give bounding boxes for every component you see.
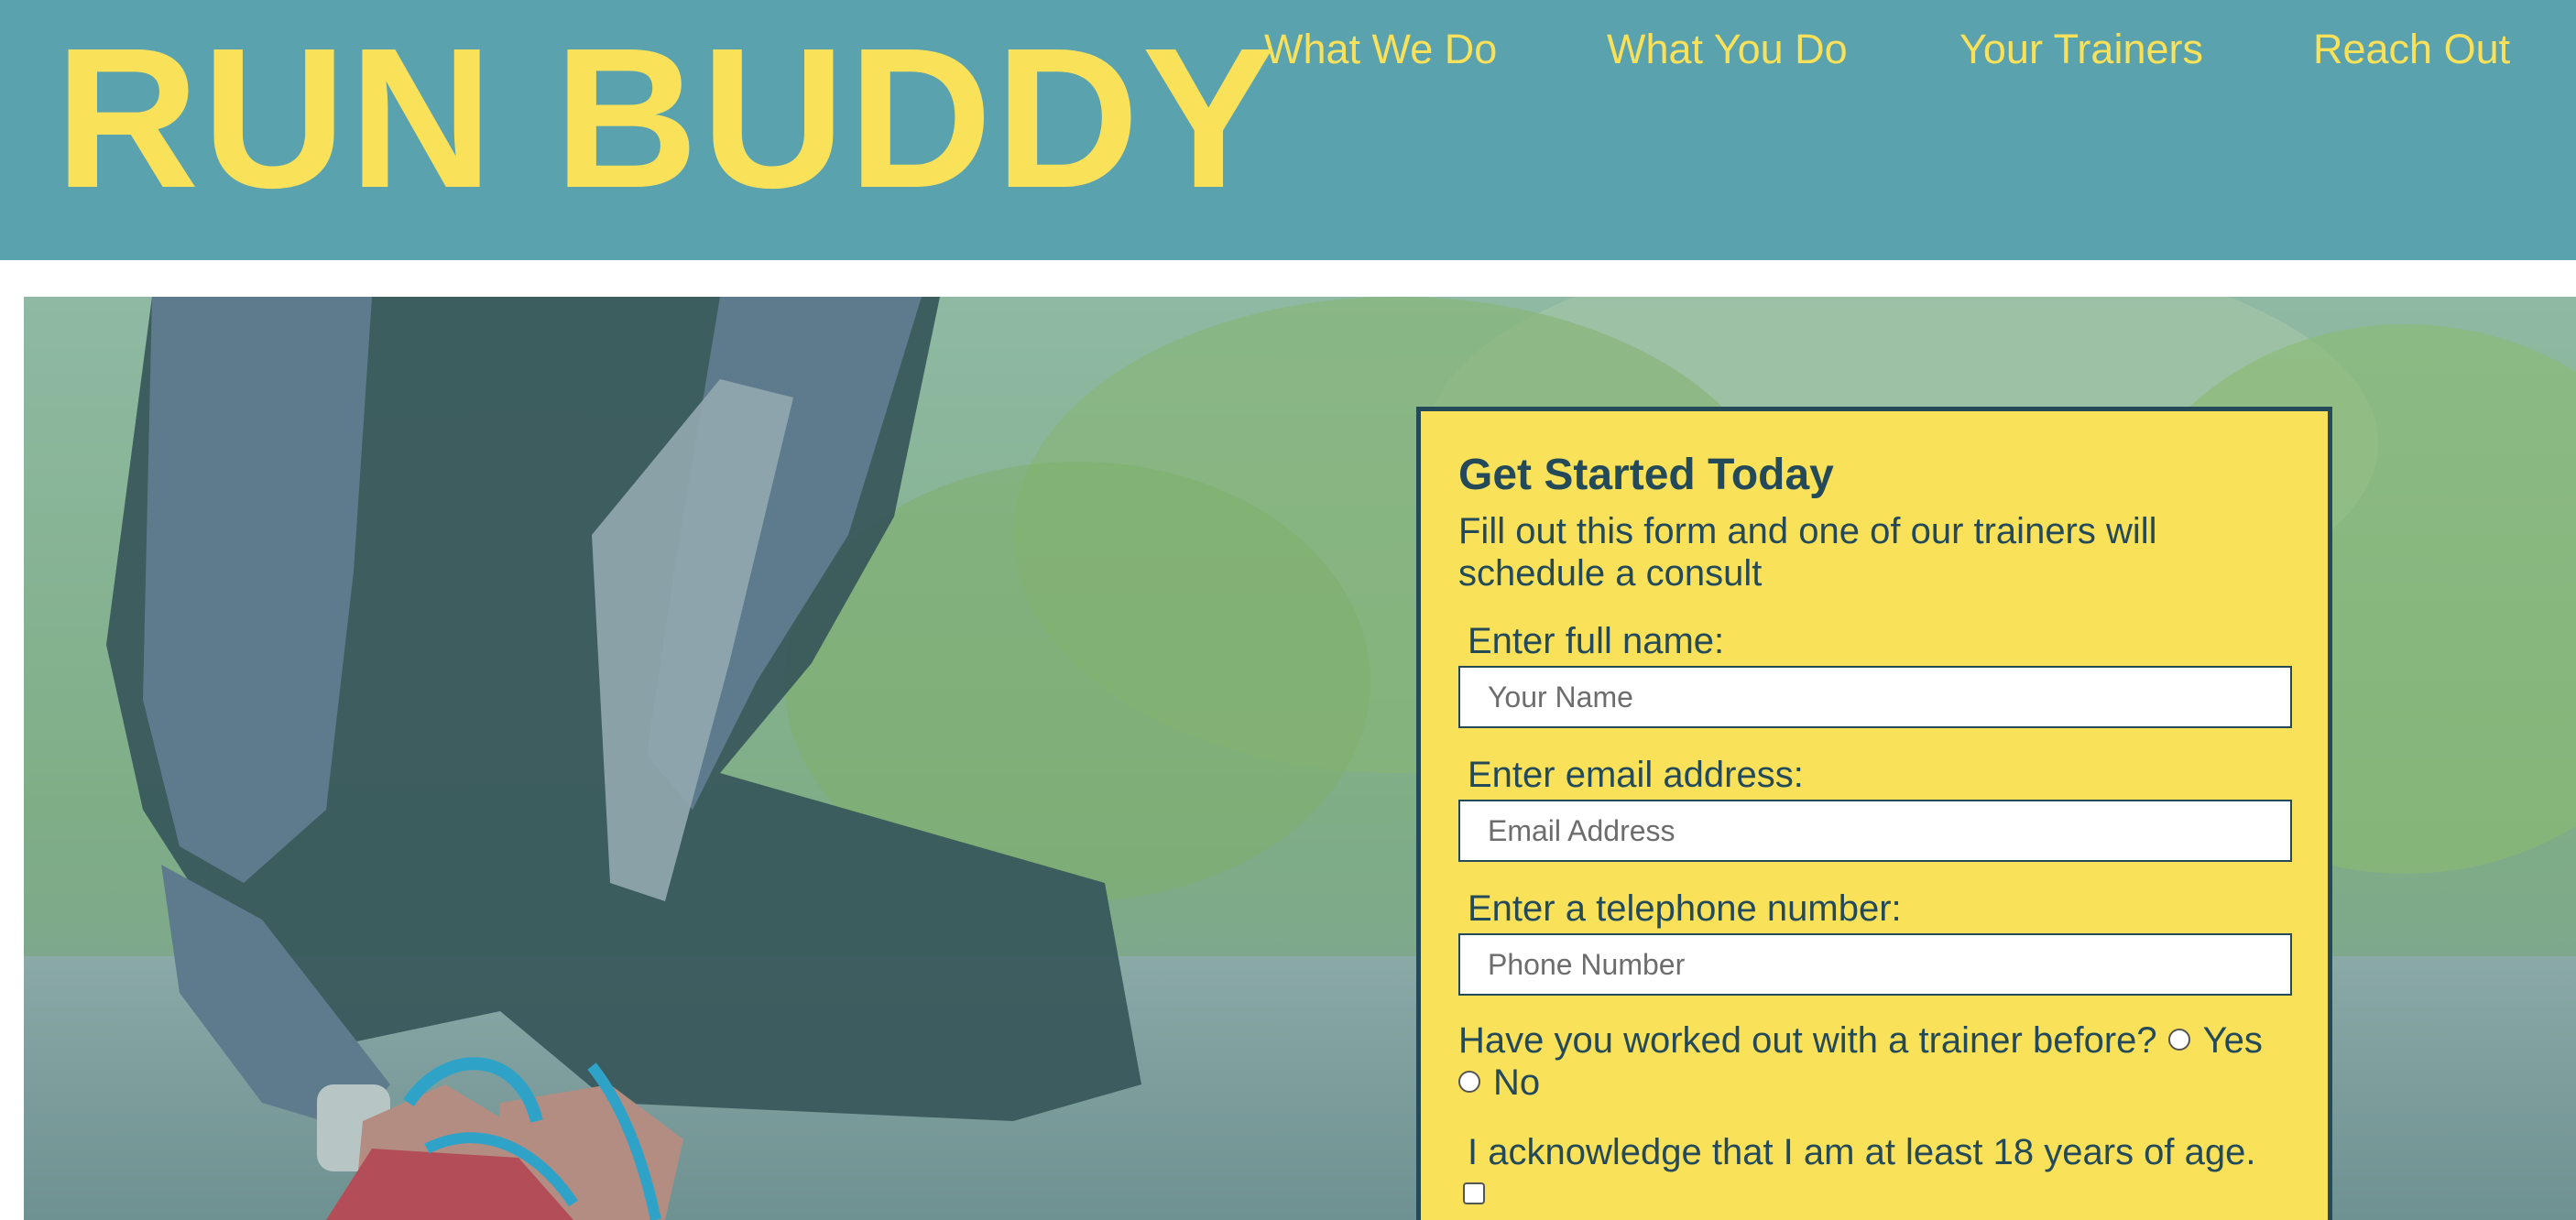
email-input[interactable] [1458,800,2292,862]
nav-link-what-you-do[interactable]: What You Do [1607,22,1848,77]
form-subtitle: Fill out this form and one of our traine… [1458,511,2157,594]
radio-no[interactable] [1458,1071,1480,1094]
nav-link-your-trainers[interactable]: Your Trainers [1959,22,2203,77]
radio-no-label: No [1493,1062,1541,1103]
email-label: Enter email address: [1468,755,1804,795]
name-label: Enter full name: [1468,621,1725,661]
age-acknowledge-label: I acknowledge that I am at least 18 year… [1468,1132,2256,1172]
get-started-form: Get Started Today Fill out this form and… [1416,407,2332,1220]
nav-link-reach-out[interactable]: Reach Out [2313,22,2510,77]
main-nav: What We Do What You Do Your Trainers Rea… [0,22,2576,77]
phone-input[interactable] [1458,933,2292,996]
form-title: Get Started Today [1458,451,1834,499]
trainer-question-label: Have you worked out with a trainer befor… [1458,1020,2157,1061]
site-header: RUN BUDDY What We Do What You Do Your Tr… [0,0,2576,260]
radio-yes-label: Yes [2202,1020,2263,1061]
radio-yes[interactable] [2167,1029,2190,1051]
trainer-question-row: Have you worked out with a trainer befor… [1458,1019,2319,1104]
age-acknowledge-checkbox[interactable] [1463,1182,1485,1204]
phone-label: Enter a telephone number: [1468,888,1902,929]
name-input[interactable] [1458,666,2292,728]
nav-link-what-we-do[interactable]: What We Do [1264,22,1497,77]
